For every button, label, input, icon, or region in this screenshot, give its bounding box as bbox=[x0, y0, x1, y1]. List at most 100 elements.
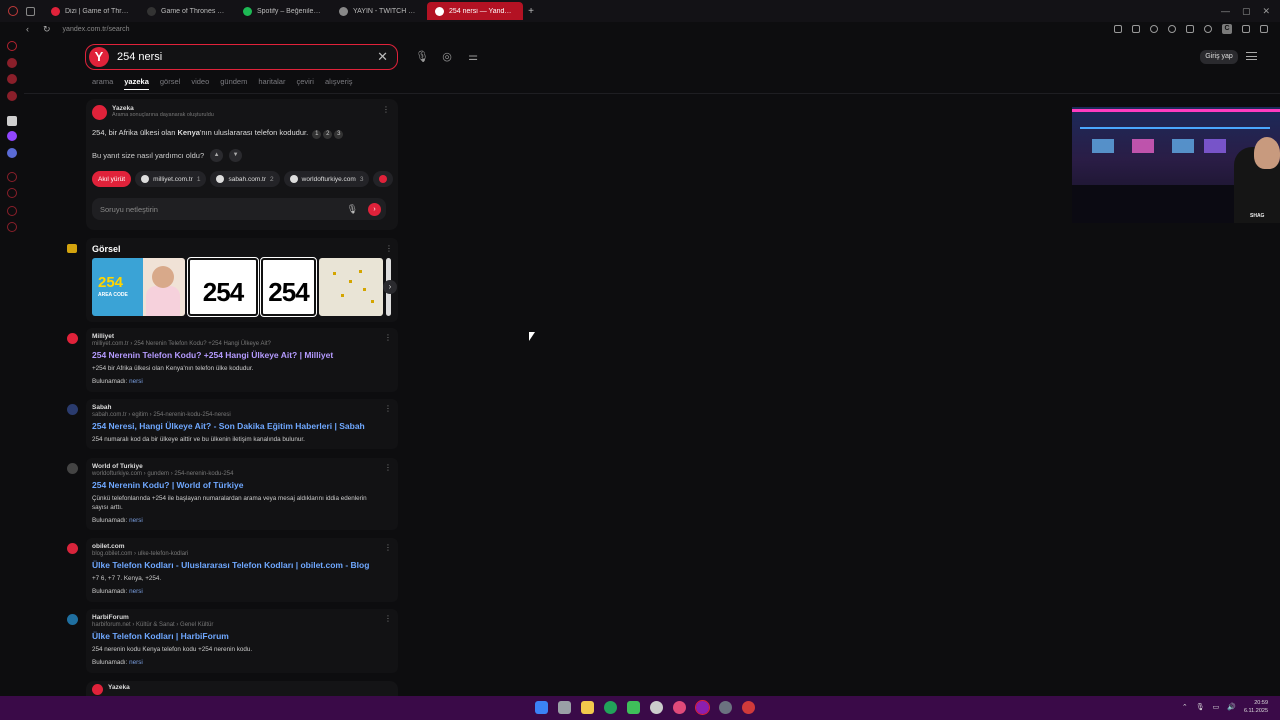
download-icon[interactable] bbox=[1242, 25, 1250, 33]
ref-badge[interactable]: 1 bbox=[312, 130, 322, 139]
result-path[interactable]: blog.obilet.com › ulke-telefon-kodlari bbox=[92, 551, 188, 557]
url-field[interactable]: yandex.com.tr/search bbox=[63, 26, 130, 33]
network-icon[interactable]: ▭ bbox=[1213, 703, 1220, 711]
chip-source[interactable] bbox=[373, 171, 394, 187]
result-source[interactable]: World of Turkiye bbox=[92, 463, 143, 470]
more-options-icon[interactable]: ⋮ bbox=[384, 614, 392, 623]
tab-3[interactable]: YAYIN - TWITCH FILM B bbox=[331, 2, 427, 20]
filters-icon[interactable]: ⚌ bbox=[467, 51, 479, 63]
chip-source[interactable]: worldofturkiye.com 3 bbox=[283, 171, 370, 187]
sidebar-icon[interactable] bbox=[7, 58, 17, 68]
sidebar-icon[interactable] bbox=[7, 148, 17, 158]
new-tab-button[interactable]: + bbox=[523, 2, 539, 20]
play-icon[interactable] bbox=[1150, 25, 1158, 33]
thumbs-down-icon[interactable]: ▼ bbox=[229, 149, 243, 162]
settings-icon[interactable] bbox=[1186, 25, 1194, 33]
tab-gundem[interactable]: gündem bbox=[220, 77, 247, 90]
more-options-icon[interactable]: ⋮ bbox=[382, 105, 390, 114]
settings-app-icon[interactable] bbox=[719, 701, 732, 714]
result-source[interactable]: Milliyet bbox=[92, 333, 114, 340]
voice-search-icon[interactable]: 🎙 bbox=[415, 51, 429, 63]
tab-yazeka[interactable]: yazeka bbox=[124, 77, 149, 90]
tab-2[interactable]: Spotify – Beğenilen Şarkılar bbox=[235, 2, 331, 20]
ref-badge[interactable]: 3 bbox=[334, 130, 344, 139]
result-title[interactable]: 254 Nerenin Telefon Kodu? +254 Hangi Ülk… bbox=[92, 350, 333, 360]
app-icon[interactable] bbox=[627, 701, 640, 714]
more-options-icon[interactable]: ⋮ bbox=[385, 244, 393, 253]
sidebar-icon[interactable] bbox=[7, 74, 17, 84]
more-options-icon[interactable]: ⋮ bbox=[384, 404, 392, 413]
tab-1[interactable]: Game of Thrones 6.Sezon bbox=[139, 2, 235, 20]
sidebar-icon[interactable] bbox=[7, 222, 17, 232]
menu-icon[interactable] bbox=[1260, 25, 1268, 33]
sidebar-icon[interactable] bbox=[7, 206, 17, 216]
tab-arama[interactable]: arama bbox=[92, 77, 113, 90]
close-window-icon[interactable]: ✕ bbox=[1262, 6, 1270, 17]
reload-icon[interactable]: ↻ bbox=[43, 24, 51, 35]
sidebar-icon[interactable] bbox=[7, 116, 17, 126]
app-icon[interactable] bbox=[604, 701, 617, 714]
hamburger-menu-icon[interactable] bbox=[1246, 52, 1257, 60]
tab-ceviri[interactable]: çeviri bbox=[296, 77, 314, 90]
sidebar-icon[interactable] bbox=[7, 91, 17, 101]
sidebar-icon[interactable] bbox=[7, 172, 17, 182]
image-search-icon[interactable]: ◎ bbox=[441, 51, 453, 63]
submit-arrow-icon[interactable]: › bbox=[368, 202, 381, 216]
image-thumb[interactable]: 254 AREA CODE bbox=[92, 258, 185, 316]
clock[interactable]: 20:59 6.11.2025 bbox=[1244, 699, 1268, 715]
file-explorer-icon[interactable] bbox=[581, 701, 594, 714]
minimize-icon[interactable]: — bbox=[1221, 6, 1230, 17]
app-icon[interactable] bbox=[742, 701, 755, 714]
tab-gorsel[interactable]: görsel bbox=[160, 77, 180, 90]
maximize-icon[interactable]: ▢ bbox=[1242, 6, 1251, 17]
images-title[interactable]: Görsel bbox=[92, 244, 121, 254]
volume-icon[interactable]: 🔊 bbox=[1227, 703, 1236, 711]
browser-icon[interactable] bbox=[695, 700, 710, 715]
result-source[interactable]: Sabah bbox=[92, 404, 112, 411]
image-thumb[interactable]: 254 bbox=[187, 257, 259, 317]
sidebar-icon[interactable] bbox=[7, 188, 17, 198]
app-icon[interactable] bbox=[673, 701, 686, 714]
steam-icon[interactable] bbox=[650, 701, 663, 714]
tab-video[interactable]: video bbox=[191, 77, 209, 90]
result-path[interactable]: milliyet.com.tr › 254 Nerenin Telefon Ko… bbox=[92, 341, 271, 347]
images-next-arrow-icon[interactable]: › bbox=[383, 280, 397, 294]
tray-chevron-icon[interactable]: ⌃ bbox=[1182, 703, 1188, 711]
result-path[interactable]: worldofturkiye.com › gundem › 254-nereni… bbox=[92, 471, 233, 477]
twitch-icon[interactable] bbox=[7, 131, 17, 141]
microphone-icon[interactable]: 🎙 bbox=[347, 204, 358, 215]
snapshot-icon[interactable] bbox=[1132, 25, 1140, 33]
chip-source[interactable]: milliyet.com.tr 1 bbox=[135, 171, 207, 187]
heart-icon[interactable] bbox=[1168, 25, 1176, 33]
search-box[interactable]: Y 254 nersi ✕ bbox=[85, 44, 398, 70]
tab-haritalar[interactable]: haritalar bbox=[258, 77, 285, 90]
task-view-icon[interactable] bbox=[558, 701, 571, 714]
start-menu-icon[interactable] bbox=[535, 701, 548, 714]
result-source[interactable]: obilet.com bbox=[92, 543, 125, 550]
tab-alisveris[interactable]: alışveriş bbox=[325, 77, 353, 90]
ref-badge[interactable]: 2 bbox=[323, 130, 333, 139]
workspaces-icon[interactable] bbox=[26, 6, 35, 16]
extension-icon[interactable] bbox=[1204, 25, 1212, 33]
yandex-logo[interactable]: Y bbox=[89, 47, 109, 67]
result-path[interactable]: sabah.com.tr › egitim › 254-nerenin-kodu… bbox=[92, 412, 231, 418]
result-title[interactable]: Ülke Telefon Kodları - Uluslararası Tele… bbox=[92, 560, 369, 570]
browser-menu-icon[interactable] bbox=[8, 6, 18, 16]
result-source[interactable]: HarbiForum bbox=[92, 614, 129, 621]
search-input[interactable]: 254 nersi bbox=[117, 51, 162, 63]
result-path[interactable]: harbiforum.net › Kültür & Sanat › Genel … bbox=[92, 622, 213, 628]
chip-reasoning[interactable]: Akıl yürüt bbox=[92, 171, 132, 187]
refine-question-field[interactable]: Soruyu netleştirin 🎙 › bbox=[92, 198, 386, 220]
result-title[interactable]: 254 Nerenin Kodu? | World of Türkiye bbox=[92, 480, 243, 490]
sidebar-icon[interactable] bbox=[7, 41, 17, 51]
profile-avatar[interactable]: C bbox=[1222, 24, 1232, 34]
login-button[interactable]: Giriş yap bbox=[1200, 50, 1238, 64]
more-options-icon[interactable]: ⋮ bbox=[384, 333, 392, 342]
mic-icon[interactable]: 🎙 bbox=[1196, 703, 1205, 711]
more-options-icon[interactable]: ⋮ bbox=[384, 543, 392, 552]
image-thumb[interactable]: 254 bbox=[260, 257, 317, 317]
chip-source[interactable]: sabah.com.tr 2 bbox=[210, 171, 280, 187]
bookmark-icon[interactable] bbox=[1114, 25, 1122, 33]
more-options-icon[interactable]: ⋮ bbox=[384, 463, 392, 472]
tab-4-active[interactable]: 254 nersi — Yandex: 40 b bbox=[427, 2, 523, 20]
